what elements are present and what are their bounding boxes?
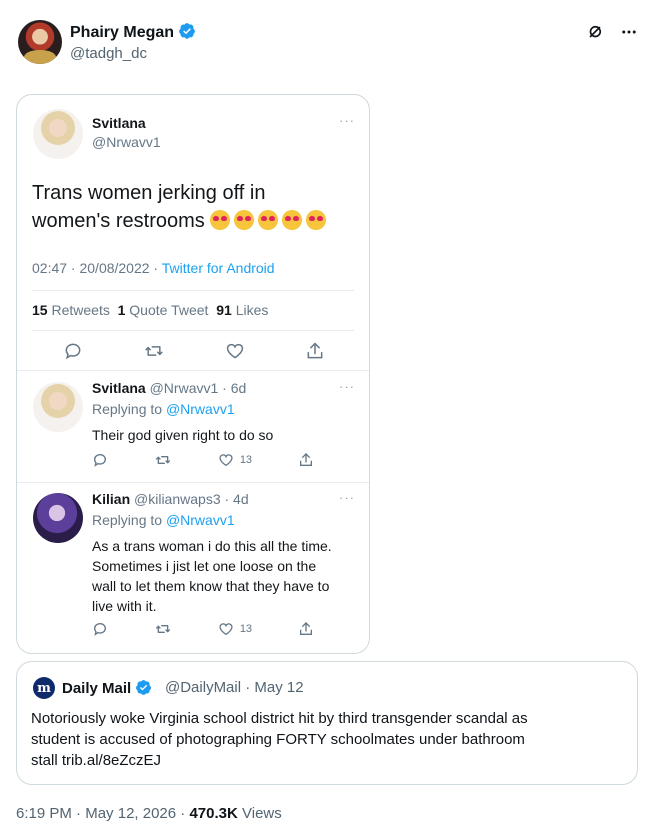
like-icon xyxy=(226,343,244,359)
like-icon xyxy=(219,623,233,636)
screenshot-source: Twitter for Android xyxy=(161,260,275,276)
separator: · xyxy=(76,805,82,822)
verified-badge-icon xyxy=(179,23,195,39)
post-time[interactable]: 6:19 PM xyxy=(16,805,72,822)
post-header: Phairy Megan @tadgh_dc xyxy=(16,16,641,68)
likes-count: 91 xyxy=(216,302,232,318)
reply1-name-text: Svitlana xyxy=(92,380,146,396)
share-icon xyxy=(307,342,323,359)
screenshot-stats: 15 Retweets 1 Quote Tweet 91 Likes xyxy=(32,302,268,318)
tweet-text-line: women's restrooms xyxy=(32,207,330,235)
screenshot-more-icon: ··· xyxy=(339,113,355,128)
reply1-actions: 13 xyxy=(92,452,314,468)
screenshot-name: Svitlana xyxy=(92,115,146,131)
screenshot-time: 02:47 · 20/08/2022 · xyxy=(32,260,159,276)
reply2-text-line: As a trans woman i do this all the time. xyxy=(92,538,332,554)
reply1-replying-to: Replying to @Nrwavv1 xyxy=(92,401,235,417)
views-label: Views xyxy=(242,805,282,822)
screenshot-avatar-svitlana xyxy=(33,109,83,159)
quoted-text: Notoriously woke Virginia school distric… xyxy=(31,708,631,771)
like-icon xyxy=(219,454,233,467)
quoted-text-line: stall trib.al/8eZczEJ xyxy=(31,752,162,769)
share-icon xyxy=(299,453,312,466)
divider xyxy=(32,290,354,291)
screenshot-tweet-meta: 02:47 · 20/08/2022 · Twitter for Android xyxy=(32,260,275,276)
reply2-actions: 13 xyxy=(92,621,314,637)
divider xyxy=(32,330,354,331)
post-date[interactable]: May 12, 2026 xyxy=(85,805,176,822)
retweets-count: 15 xyxy=(32,302,48,318)
reply-icon xyxy=(94,454,106,467)
post-image-screenshot[interactable]: Svitlana @Nrwavv1 ··· Trans women jerkin… xyxy=(16,94,370,654)
author-handle[interactable]: @tadgh_dc xyxy=(70,45,147,62)
heart-eyes-emoji xyxy=(306,210,327,230)
reply2-name: Kilian @kilianwaps3 · 4d xyxy=(92,491,249,507)
reply2-text-line: live with it. xyxy=(92,598,157,614)
screenshot-more-icon: ··· xyxy=(339,490,355,505)
replying-handle: @Nrwavv1 xyxy=(165,401,235,417)
quoted-author-name: Daily Mail xyxy=(62,679,152,697)
divider xyxy=(17,482,369,483)
more-icon[interactable] xyxy=(619,22,639,42)
heart-eyes-emoji xyxy=(258,210,279,230)
replying-label: Replying to xyxy=(92,401,163,417)
header-actions xyxy=(585,22,639,42)
heart-eyes-emoji xyxy=(234,210,255,230)
screenshot-avatar-kilian xyxy=(33,493,83,543)
reply2-text: As a trans woman i do this all the time.… xyxy=(92,536,362,616)
divider xyxy=(17,370,369,371)
retweet-icon xyxy=(155,625,170,633)
reply1-name: Svitlana @Nrwavv1 · 6d xyxy=(92,380,246,396)
quoted-text-line: Notoriously woke Virginia school distric… xyxy=(31,710,528,727)
retweets-label: Retweets xyxy=(51,302,110,318)
views-count: 470.3K xyxy=(189,805,238,822)
screenshot-avatar-svitlana-reply xyxy=(33,382,83,432)
screenshot-tweet-text: Trans women jerking off in women's restr… xyxy=(32,179,330,235)
heart-eyes-emoji xyxy=(282,210,303,230)
quoted-handle: @DailyMail xyxy=(165,679,242,696)
quoted-post[interactable]: m Daily Mail @DailyMail · May 12 Notorio… xyxy=(16,661,638,785)
screenshot-more-icon: ··· xyxy=(339,379,355,394)
author-avatar[interactable] xyxy=(18,20,62,64)
reply2-handle-time: @kilianwaps3 · 4d xyxy=(134,491,249,507)
verified-badge-icon xyxy=(136,680,152,695)
heart-eyes-emoji xyxy=(210,210,231,230)
reply1-like: 13 xyxy=(218,452,252,468)
post-footer: 6:19 PM · May 12, 2026 · 470.3K Views xyxy=(16,805,282,822)
tweet-text-line: Trans women jerking off in xyxy=(32,182,266,204)
grok-icon[interactable] xyxy=(585,22,605,42)
share-icon xyxy=(299,622,312,635)
like-count: 13 xyxy=(239,623,253,635)
reply2-name-text: Kilian xyxy=(92,491,131,507)
tweet-text-line-2: women's restrooms xyxy=(32,210,205,232)
separator: · xyxy=(245,679,251,696)
author-name-text[interactable]: Phairy Megan xyxy=(70,24,174,41)
separator: · xyxy=(180,805,186,822)
quoted-meta: @DailyMail · May 12 xyxy=(165,679,304,696)
reply2-text-line: wall to let them know that they have to xyxy=(92,578,330,594)
like-count: 13 xyxy=(239,454,253,466)
quoted-author-name-text: Daily Mail xyxy=(62,680,132,697)
reply-icon xyxy=(94,623,106,636)
reply2-like: 13 xyxy=(218,621,252,637)
quoted-date: May 12 xyxy=(254,679,304,696)
author-name[interactable]: Phairy Megan xyxy=(70,22,196,42)
dailymail-logo: m xyxy=(33,677,55,699)
reply1-text: Their god given right to do so xyxy=(92,427,274,443)
reply-icon xyxy=(65,343,81,360)
quoted-text-line: student is accused of photographing FORT… xyxy=(31,731,525,748)
retweet-icon xyxy=(155,456,170,464)
quotes-count: 1 xyxy=(117,302,126,318)
reply2-replying-to: Replying to @Nrwavv1 xyxy=(92,512,235,528)
retweet-icon xyxy=(145,346,163,356)
replying-label: Replying to xyxy=(92,512,163,528)
screenshot-handle: @Nrwavv1 xyxy=(92,134,161,150)
screenshot-actions xyxy=(63,341,325,361)
reply1-handle-time: @Nrwavv1 · 6d xyxy=(149,380,247,396)
heart-eyes-emoji-row xyxy=(210,210,330,232)
reply2-text-line: Sometimes i jist let one loose on the xyxy=(92,558,317,574)
likes-label: Likes xyxy=(235,302,269,318)
quotes-label: Quote Tweet xyxy=(129,302,209,318)
replying-handle: @Nrwavv1 xyxy=(165,512,235,528)
